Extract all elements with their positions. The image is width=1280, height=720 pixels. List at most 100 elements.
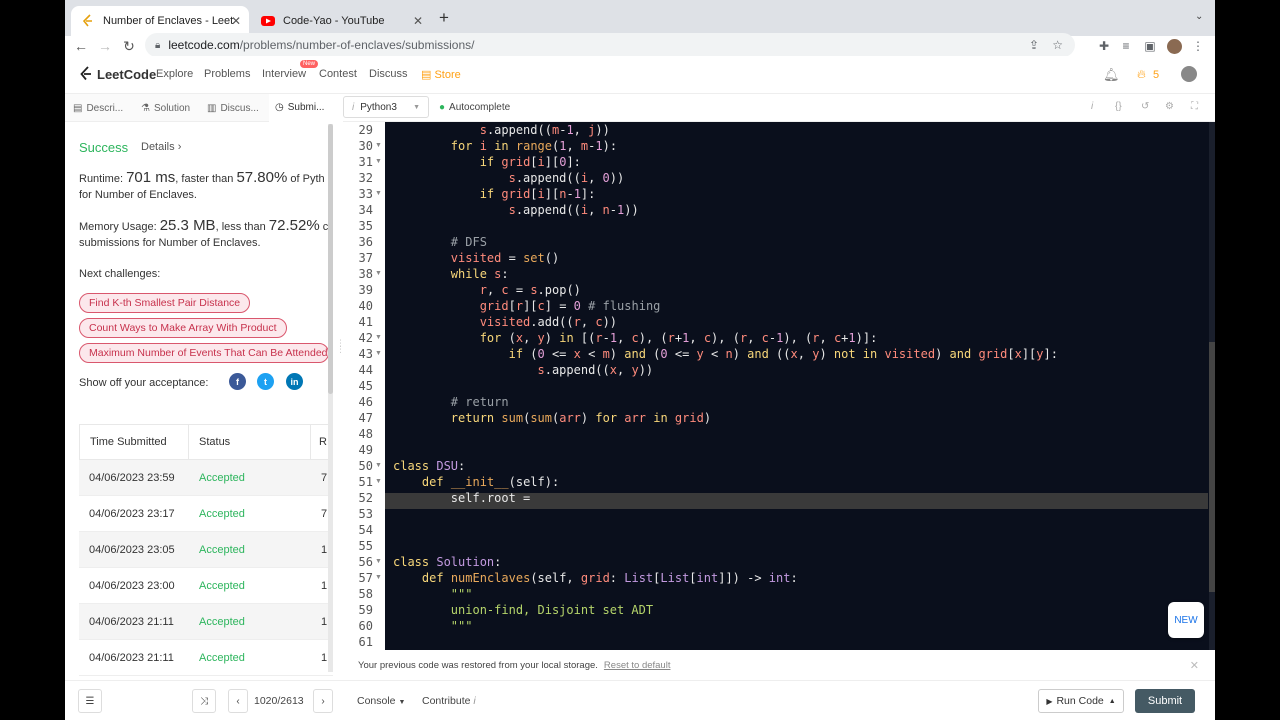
- profile-avatar[interactable]: [1165, 36, 1183, 56]
- table-row[interactable]: 04/06/2023 23:00 Accepted 1: [79, 568, 333, 604]
- reading-list-icon[interactable]: ≡: [1117, 36, 1135, 56]
- notification-bell-icon[interactable]: 🔔︎: [1103, 67, 1120, 83]
- share-icon[interactable]: ⇪: [1029, 38, 1039, 52]
- table-row[interactable]: 04/06/2023 21:11 Accepted 1: [79, 604, 333, 640]
- table-row[interactable]: 04/06/2023 23:59 Accepted 7: [79, 460, 333, 496]
- submission-status[interactable]: Accepted: [199, 496, 245, 532]
- fold-arrow-icon[interactable]: ▼: [375, 138, 382, 154]
- prev-problem-button[interactable]: ‹: [228, 689, 248, 713]
- code-line[interactable]: # return: [393, 394, 509, 410]
- streak-flame-icon[interactable]: 🔥︎: [1137, 67, 1146, 82]
- close-icon[interactable]: ✕: [231, 14, 241, 28]
- close-icon[interactable]: ✕: [1190, 659, 1199, 672]
- close-icon[interactable]: ✕: [413, 14, 423, 28]
- code-line[interactable]: # DFS: [393, 234, 487, 250]
- code-line[interactable]: return sum(sum(arr) for arr in grid): [393, 410, 711, 426]
- left-pane-scrollbar[interactable]: [328, 124, 333, 672]
- tab-submissions[interactable]: ◷ Submi...: [269, 94, 343, 122]
- column-header-status[interactable]: Status: [189, 424, 311, 460]
- nav-discuss[interactable]: Discuss: [369, 68, 408, 80]
- info-icon[interactable]: i: [1091, 101, 1093, 112]
- forward-arrow-icon[interactable]: →: [95, 36, 115, 56]
- side-panel-icon[interactable]: ▣: [1141, 36, 1159, 56]
- details-link[interactable]: Details ›: [141, 141, 181, 153]
- code-line[interactable]: if grid[i][n-1]:: [393, 186, 596, 202]
- challenge-link[interactable]: Find K-th Smallest Pair Distance: [79, 293, 251, 313]
- code-line[interactable]: union-find, Disjoint set ADT: [393, 602, 653, 618]
- column-header-time[interactable]: Time Submitted: [79, 424, 189, 460]
- code-line[interactable]: def numEnclaves(self, grid: List[List[in…: [393, 570, 798, 586]
- back-arrow-icon[interactable]: ←: [71, 36, 91, 56]
- fold-arrow-icon[interactable]: ▼: [375, 458, 382, 474]
- contribute-link[interactable]: Contribute i: [422, 695, 476, 707]
- url-omnibox[interactable]: 🔒︎ leetcode.com/problems/number-of-encla…: [145, 33, 1075, 57]
- twitter-icon[interactable]: t: [257, 373, 274, 390]
- code-line[interactable]: """: [393, 586, 473, 602]
- tab-solution[interactable]: ⚗ Solution: [141, 94, 190, 122]
- code-line[interactable]: s.append((i, n-1)): [393, 202, 639, 218]
- reset-icon[interactable]: ↺: [1141, 101, 1149, 112]
- run-code-button[interactable]: ▶ Run Code ▲: [1038, 689, 1124, 713]
- fold-arrow-icon[interactable]: ▼: [375, 186, 382, 202]
- nav-store[interactable]: ▤ Store: [421, 68, 461, 81]
- reset-to-default-link[interactable]: Reset to default: [604, 660, 671, 671]
- tab-description[interactable]: ▤ Descri...: [73, 94, 123, 122]
- submission-status[interactable]: Accepted: [199, 568, 245, 604]
- code-line[interactable]: s.append((x, y)): [393, 362, 654, 378]
- submission-status[interactable]: Accepted: [199, 460, 245, 496]
- code-line[interactable]: class DSU:: [393, 458, 465, 474]
- nav-interview[interactable]: Interview New: [262, 60, 319, 80]
- code-line[interactable]: if grid[i][0]:: [393, 154, 581, 170]
- scroll-thumb[interactable]: [1209, 342, 1215, 592]
- code-line[interactable]: grid[r][c] = 0 # flushing: [393, 298, 661, 314]
- fold-arrow-icon[interactable]: ▼: [375, 154, 382, 170]
- submission-status[interactable]: Accepted: [199, 604, 245, 640]
- fold-arrow-icon[interactable]: ▼: [375, 266, 382, 282]
- browser-tab-youtube[interactable]: Code-Yao - YouTube ✕: [251, 6, 431, 36]
- browser-tab-leetcode[interactable]: Number of Enclaves - LeetCode ✕: [71, 6, 249, 36]
- leetcode-logo[interactable]: LeetCode: [79, 66, 156, 82]
- challenge-link[interactable]: Maximum Number of Events That Can Be Att…: [79, 343, 329, 363]
- code-line[interactable]: visited.add((r, c)): [393, 314, 617, 330]
- fold-arrow-icon[interactable]: ▼: [375, 554, 382, 570]
- table-row[interactable]: 04/06/2023 23:17 Accepted 7: [79, 496, 333, 532]
- nav-explore[interactable]: Explore: [156, 68, 193, 80]
- code-line[interactable]: def __init__(self):: [393, 474, 559, 490]
- fold-arrow-icon[interactable]: ▼: [375, 330, 382, 346]
- shuffle-icon[interactable]: ⤨: [192, 689, 216, 713]
- fold-arrow-icon[interactable]: ▼: [375, 570, 382, 586]
- nav-problems[interactable]: Problems: [204, 68, 250, 80]
- facebook-icon[interactable]: f: [229, 373, 246, 390]
- table-row[interactable]: 04/06/2023 21:11 Accepted 1: [79, 640, 333, 676]
- code-line[interactable]: class Solution:: [393, 554, 501, 570]
- code-line[interactable]: r, c = s.pop(): [393, 282, 581, 298]
- problem-list-icon[interactable]: ☰: [78, 689, 102, 713]
- code-line[interactable]: for i in range(1, m-1):: [393, 138, 617, 154]
- challenge-link[interactable]: Count Ways to Make Array With Product: [79, 318, 287, 338]
- settings-gear-icon[interactable]: ⚙: [1165, 101, 1174, 112]
- code-line[interactable]: for (x, y) in [(r-1, c), (r+1, c), (r, c…: [393, 330, 878, 346]
- code-line[interactable]: visited = set(): [393, 250, 559, 266]
- linkedin-icon[interactable]: in: [286, 373, 303, 390]
- table-row[interactable]: 04/06/2023 23:05 Accepted 1: [79, 532, 333, 568]
- autocomplete-toggle[interactable]: ● Autocomplete: [439, 102, 510, 113]
- console-toggle[interactable]: Console ▼: [357, 695, 405, 707]
- user-avatar-icon[interactable]: [1181, 66, 1197, 82]
- code-line[interactable]: """: [393, 618, 473, 634]
- editor-scrollbar[interactable]: [1209, 122, 1215, 650]
- tab-discuss[interactable]: ▥ Discus...: [207, 94, 259, 122]
- fold-arrow-icon[interactable]: ▼: [375, 346, 382, 362]
- code-line[interactable]: s.append((i, 0)): [393, 170, 625, 186]
- code-line[interactable]: while s:: [393, 266, 509, 282]
- fullscreen-icon[interactable]: ⛶: [1191, 101, 1198, 112]
- scroll-thumb[interactable]: [328, 124, 333, 394]
- language-select[interactable]: i Python3 ▼: [343, 96, 429, 118]
- reload-icon[interactable]: ↻: [119, 36, 139, 56]
- code-line[interactable]: s.append((m-1, j)): [393, 122, 610, 138]
- bookmark-star-icon[interactable]: ☆: [1052, 38, 1063, 52]
- submit-button[interactable]: Submit: [1135, 689, 1195, 713]
- submission-status[interactable]: Accepted: [199, 640, 245, 676]
- submission-status[interactable]: Accepted: [199, 532, 245, 568]
- next-problem-button[interactable]: ›: [313, 689, 333, 713]
- extensions-icon[interactable]: ✚: [1095, 36, 1113, 56]
